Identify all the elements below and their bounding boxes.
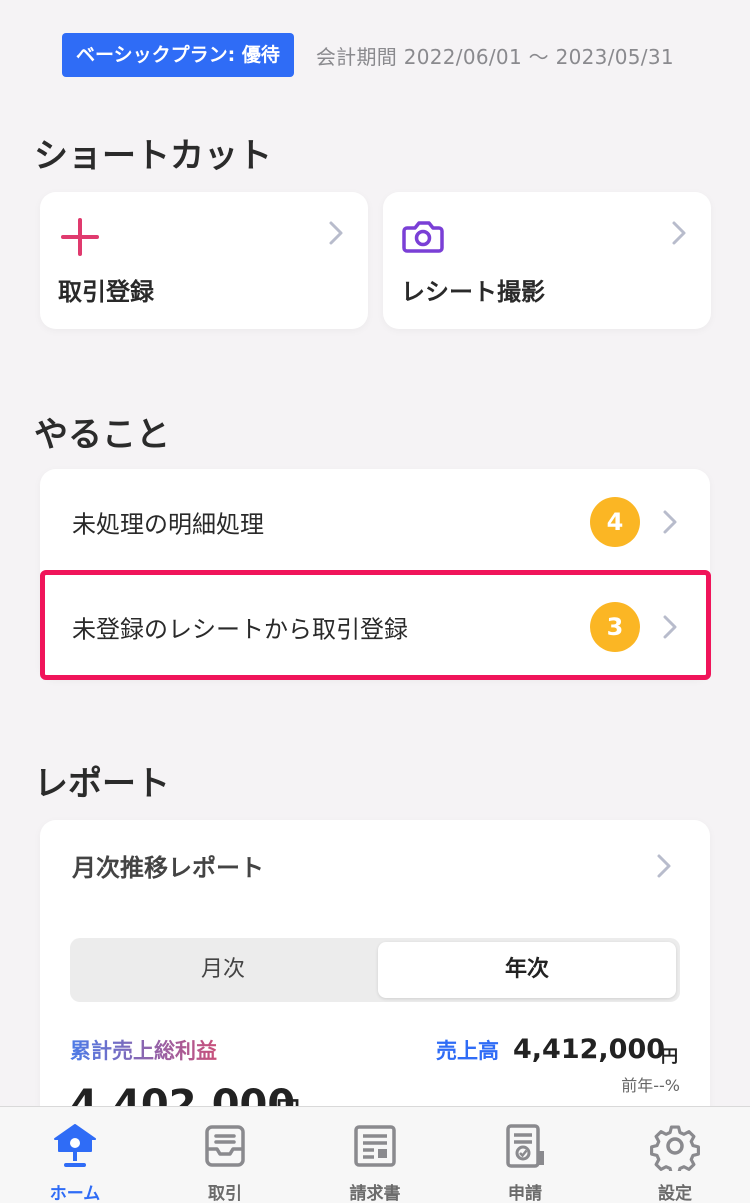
shortcuts-title: ショートカット [34,136,272,176]
chevron-right-icon [672,221,686,245]
plus-icon [61,218,99,256]
todo-item-unregistered-receipts[interactable]: 未登録のレシートから取引登録 3 [40,574,710,679]
tab-applications[interactable]: 申請 [450,1107,600,1203]
inbox-icon [205,1125,245,1167]
tab-settings[interactable]: 設定 [600,1107,750,1203]
tab-label: 取引 [208,1184,242,1203]
invoice-icon [354,1125,396,1167]
period-segmented-control: 月次 年次 [70,938,680,1002]
report-card-title[interactable]: 月次推移レポート [72,848,264,883]
sales-label: 売上高 [436,1039,499,1063]
plan-row: ベーシックプラン: 優待 会計期間 2022/06/01 〜 2023/05/3… [62,33,674,77]
tab-bar: ホーム 取引 請求書 申請 設定 [0,1106,750,1203]
shortcut-receipt-photo[interactable]: レシート撮影 [383,192,711,329]
plan-badge[interactable]: ベーシックプラン: 優待 [62,33,294,77]
tab-label: 請求書 [349,1184,401,1203]
chevron-right-icon [329,221,343,245]
shortcut-label: レシート撮影 [401,278,545,306]
todo-label: 未処理の明細処理 [72,510,264,538]
todo-card: 未処理の明細処理 4 未登録のレシートから取引登録 3 [40,469,710,679]
chevron-right-icon [663,615,677,638]
application-icon [506,1124,544,1168]
shortcut-label: 取引登録 [58,278,154,306]
gross-profit-label: 累計売上総利益 [70,1035,217,1065]
chevron-right-icon [663,510,677,533]
home-screen: ベーシックプラン: 優待 会計期間 2022/06/01 〜 2023/05/3… [0,0,750,1203]
tab-transactions[interactable]: 取引 [150,1107,300,1203]
segment-yearly[interactable]: 年次 [378,942,676,998]
sales-unit: 円 [661,1047,678,1067]
gear-icon [650,1125,700,1171]
tab-home[interactable]: ホーム [0,1107,150,1203]
shortcut-add-transaction[interactable]: 取引登録 [40,192,368,329]
sales-value: 4,412,000 [513,1034,666,1065]
report-title: レポート [34,764,170,804]
camera-icon [402,221,444,253]
tab-label: 設定 [658,1184,692,1203]
todo-item-unprocessed-statements[interactable]: 未処理の明細処理 4 [40,469,710,574]
chevron-right-icon[interactable] [656,853,672,879]
home-icon [54,1124,96,1167]
previous-year-ratio: 前年--% [621,1076,680,1095]
count-badge: 4 [590,496,640,547]
todo-label: 未登録のレシートから取引登録 [72,615,408,643]
segment-monthly[interactable]: 月次 [74,942,372,998]
tab-label: 申請 [508,1184,542,1203]
accounting-period: 会計期間 2022/06/01 〜 2023/05/31 [315,44,674,69]
count-badge: 3 [590,601,640,652]
tab-invoices[interactable]: 請求書 [300,1107,450,1203]
tab-label: ホーム [49,1184,101,1203]
todo-title: やること [34,415,170,455]
